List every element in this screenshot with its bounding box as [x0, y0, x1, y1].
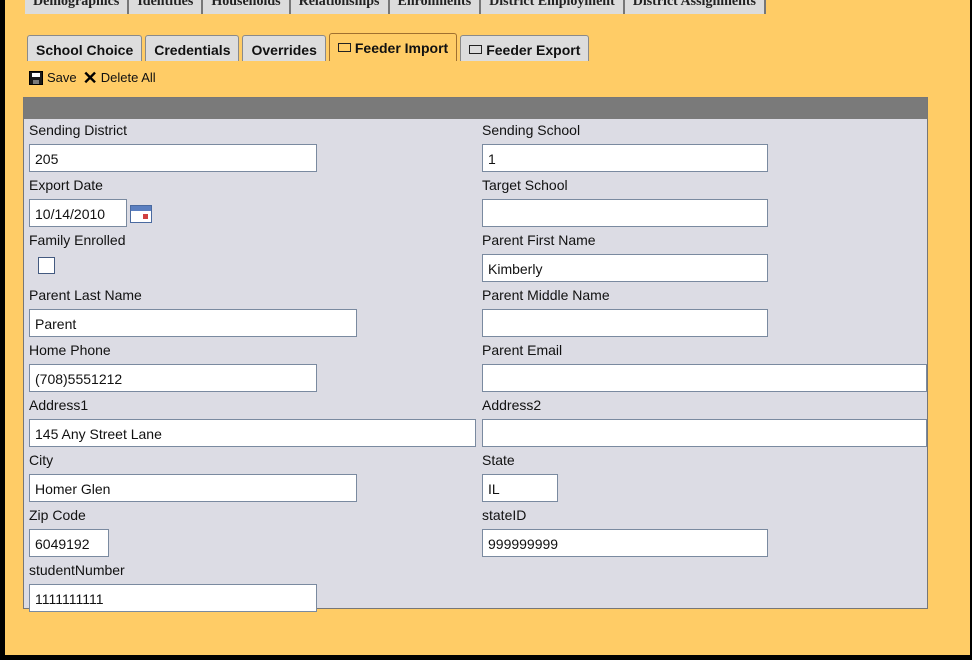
- address1-field[interactable]: 145 Any Street Lane: [29, 419, 476, 447]
- target-school-label: Target School: [482, 177, 568, 193]
- export-date-field[interactable]: 10/14/2010: [29, 199, 127, 227]
- tab-label: Credentials: [154, 42, 231, 58]
- state-label: State: [482, 452, 515, 468]
- tab-households[interactable]: Households: [203, 0, 291, 14]
- delete-all-label: Delete All: [100, 70, 156, 85]
- tab-credentials[interactable]: Credentials: [145, 35, 240, 61]
- address2-field[interactable]: [482, 419, 927, 447]
- calendar-icon[interactable]: [130, 205, 152, 223]
- folder-icon: [337, 43, 351, 52]
- save-button[interactable]: Save: [29, 70, 77, 85]
- feeder-import-panel: Sending District 205 Sending School 1 Ex…: [23, 97, 928, 612]
- city-label: City: [29, 452, 54, 468]
- target-school-field[interactable]: [482, 199, 768, 227]
- tab-relationships[interactable]: Relationships: [291, 0, 390, 14]
- tab-identities[interactable]: Identities: [129, 0, 204, 14]
- parent-first-name-field[interactable]: Kimberly: [482, 254, 768, 282]
- save-label: Save: [47, 70, 77, 85]
- parent-email-field[interactable]: [482, 364, 927, 392]
- top-tab-row: Demographics Identities Households Relat…: [25, 0, 767, 14]
- tab-enrollments[interactable]: Enrollments: [390, 0, 482, 14]
- parent-middle-name-label: Parent Middle Name: [482, 287, 610, 303]
- home-phone-field[interactable]: (708)5551212: [29, 364, 317, 392]
- folder-icon: [469, 45, 483, 54]
- tab-feeder-export[interactable]: Feeder Export: [460, 35, 590, 61]
- parent-last-name-field[interactable]: Parent: [29, 309, 357, 337]
- tab-school-choice[interactable]: School Choice: [27, 35, 143, 61]
- student-number-label: studentNumber: [29, 562, 125, 578]
- tab-overrides[interactable]: Overrides: [242, 35, 326, 61]
- sending-district-field[interactable]: 205: [29, 144, 317, 172]
- delete-all-button[interactable]: ✕ Delete All: [82, 67, 156, 88]
- export-date-label: Export Date: [29, 177, 103, 193]
- zip-code-label: Zip Code: [29, 507, 86, 523]
- address2-label: Address2: [482, 397, 542, 413]
- delete-icon: ✕: [82, 67, 98, 88]
- tab-label: School Choice: [36, 42, 134, 58]
- state-field[interactable]: IL: [482, 474, 558, 502]
- state-id-field[interactable]: 999999999: [482, 529, 768, 557]
- tab-demographics[interactable]: Demographics: [25, 0, 130, 14]
- family-enrolled-checkbox[interactable]: [38, 257, 55, 274]
- tab-label: Overrides: [251, 42, 317, 58]
- toolbar: Save ✕ Delete All: [29, 67, 162, 88]
- address1-label: Address1: [29, 397, 89, 413]
- parent-email-label: Parent Email: [482, 342, 563, 358]
- tab-district-assignments[interactable]: District Assignments: [625, 0, 767, 14]
- sending-school-field[interactable]: 1: [482, 144, 768, 172]
- tab-feeder-import[interactable]: Feeder Import: [328, 33, 458, 61]
- parent-middle-name-field[interactable]: [482, 309, 768, 337]
- parent-first-name-label: Parent First Name: [482, 232, 596, 248]
- sending-district-label: Sending District: [29, 122, 128, 138]
- family-enrolled-label: Family Enrolled: [29, 232, 126, 248]
- student-number-field[interactable]: 1111111111: [29, 584, 317, 612]
- state-id-label: stateID: [482, 507, 527, 523]
- parent-last-name-label: Parent Last Name: [29, 287, 142, 303]
- panel-header: [24, 98, 927, 119]
- save-icon: [29, 70, 43, 85]
- tab-row: School Choice Credentials Overrides Feed…: [27, 33, 592, 61]
- tab-label: Feeder Import: [354, 40, 449, 56]
- zip-code-field[interactable]: 6049192: [29, 529, 109, 557]
- sending-school-label: Sending School: [482, 122, 581, 138]
- tab-label: Feeder Export: [486, 42, 581, 58]
- app-window: Demographics Identities Households Relat…: [0, 0, 972, 660]
- tab-district-employment[interactable]: District Employment: [481, 0, 625, 14]
- city-field[interactable]: Homer Glen: [29, 474, 357, 502]
- home-phone-label: Home Phone: [29, 342, 111, 358]
